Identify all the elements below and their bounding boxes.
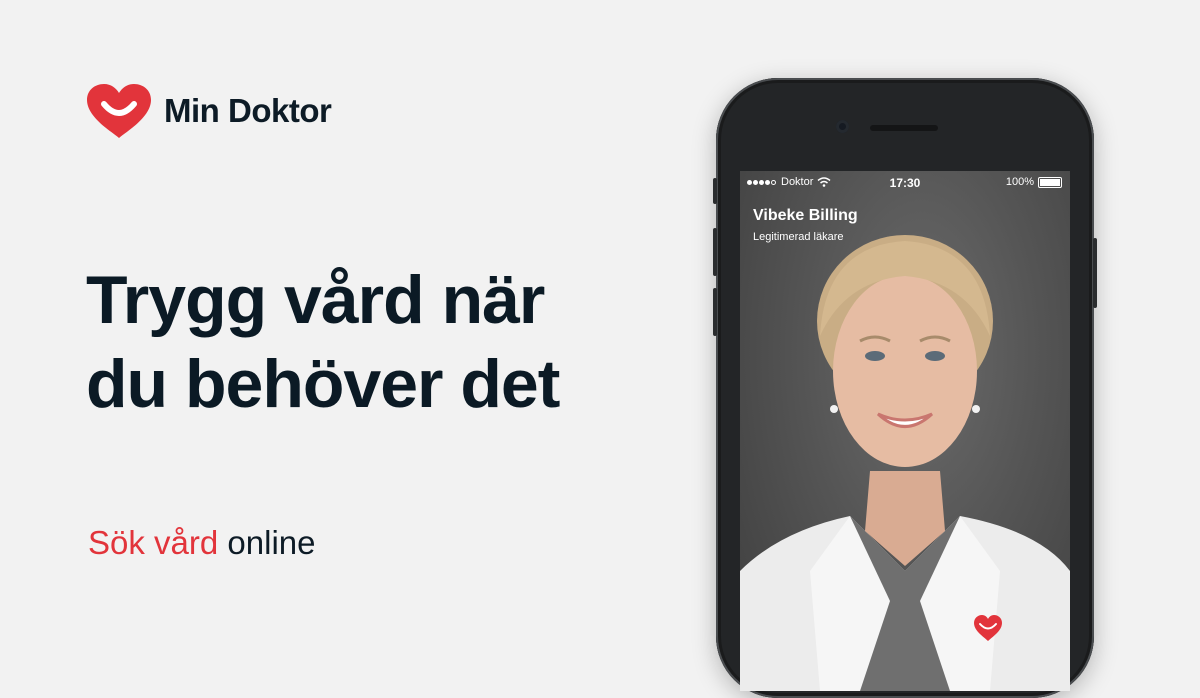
status-battery-percent: 100% xyxy=(1005,176,1034,188)
cta-rest: online xyxy=(227,524,316,561)
phone-speaker xyxy=(870,125,938,131)
cta-highlight: Sök vård xyxy=(88,524,219,561)
phone-mockup: Doktor 17:30 100% Vibeke Billing Legitim… xyxy=(713,78,1097,698)
headline: Trygg vård när du behöver det xyxy=(86,258,560,426)
phone-camera xyxy=(836,120,849,133)
cta-text[interactable]: Sök vård online xyxy=(88,524,315,562)
phone-volume-down-button xyxy=(713,288,717,336)
headline-line-1: Trygg vård när xyxy=(86,262,545,338)
phone-power-button xyxy=(1093,238,1097,308)
headline-line-2: du behöver det xyxy=(86,346,560,422)
status-battery-group: 100% xyxy=(1006,176,1062,188)
phone-mute-switch xyxy=(713,178,717,204)
brand-name: Min Doktor xyxy=(164,92,332,129)
phone-screen: Doktor 17:30 100% Vibeke Billing Legitim… xyxy=(740,171,1070,691)
phone-status-bar: Doktor 17:30 100% xyxy=(740,171,1070,193)
battery-icon xyxy=(1038,176,1062,188)
doctor-name: Vibeke Billing xyxy=(753,207,858,224)
doctor-title: Legitimerad läkare xyxy=(753,231,844,243)
phone-volume-up-button xyxy=(713,228,717,276)
doctor-portrait xyxy=(740,235,1070,691)
brand-logo[interactable]: Min Doktor xyxy=(84,82,332,140)
heart-smile-icon xyxy=(87,84,151,138)
